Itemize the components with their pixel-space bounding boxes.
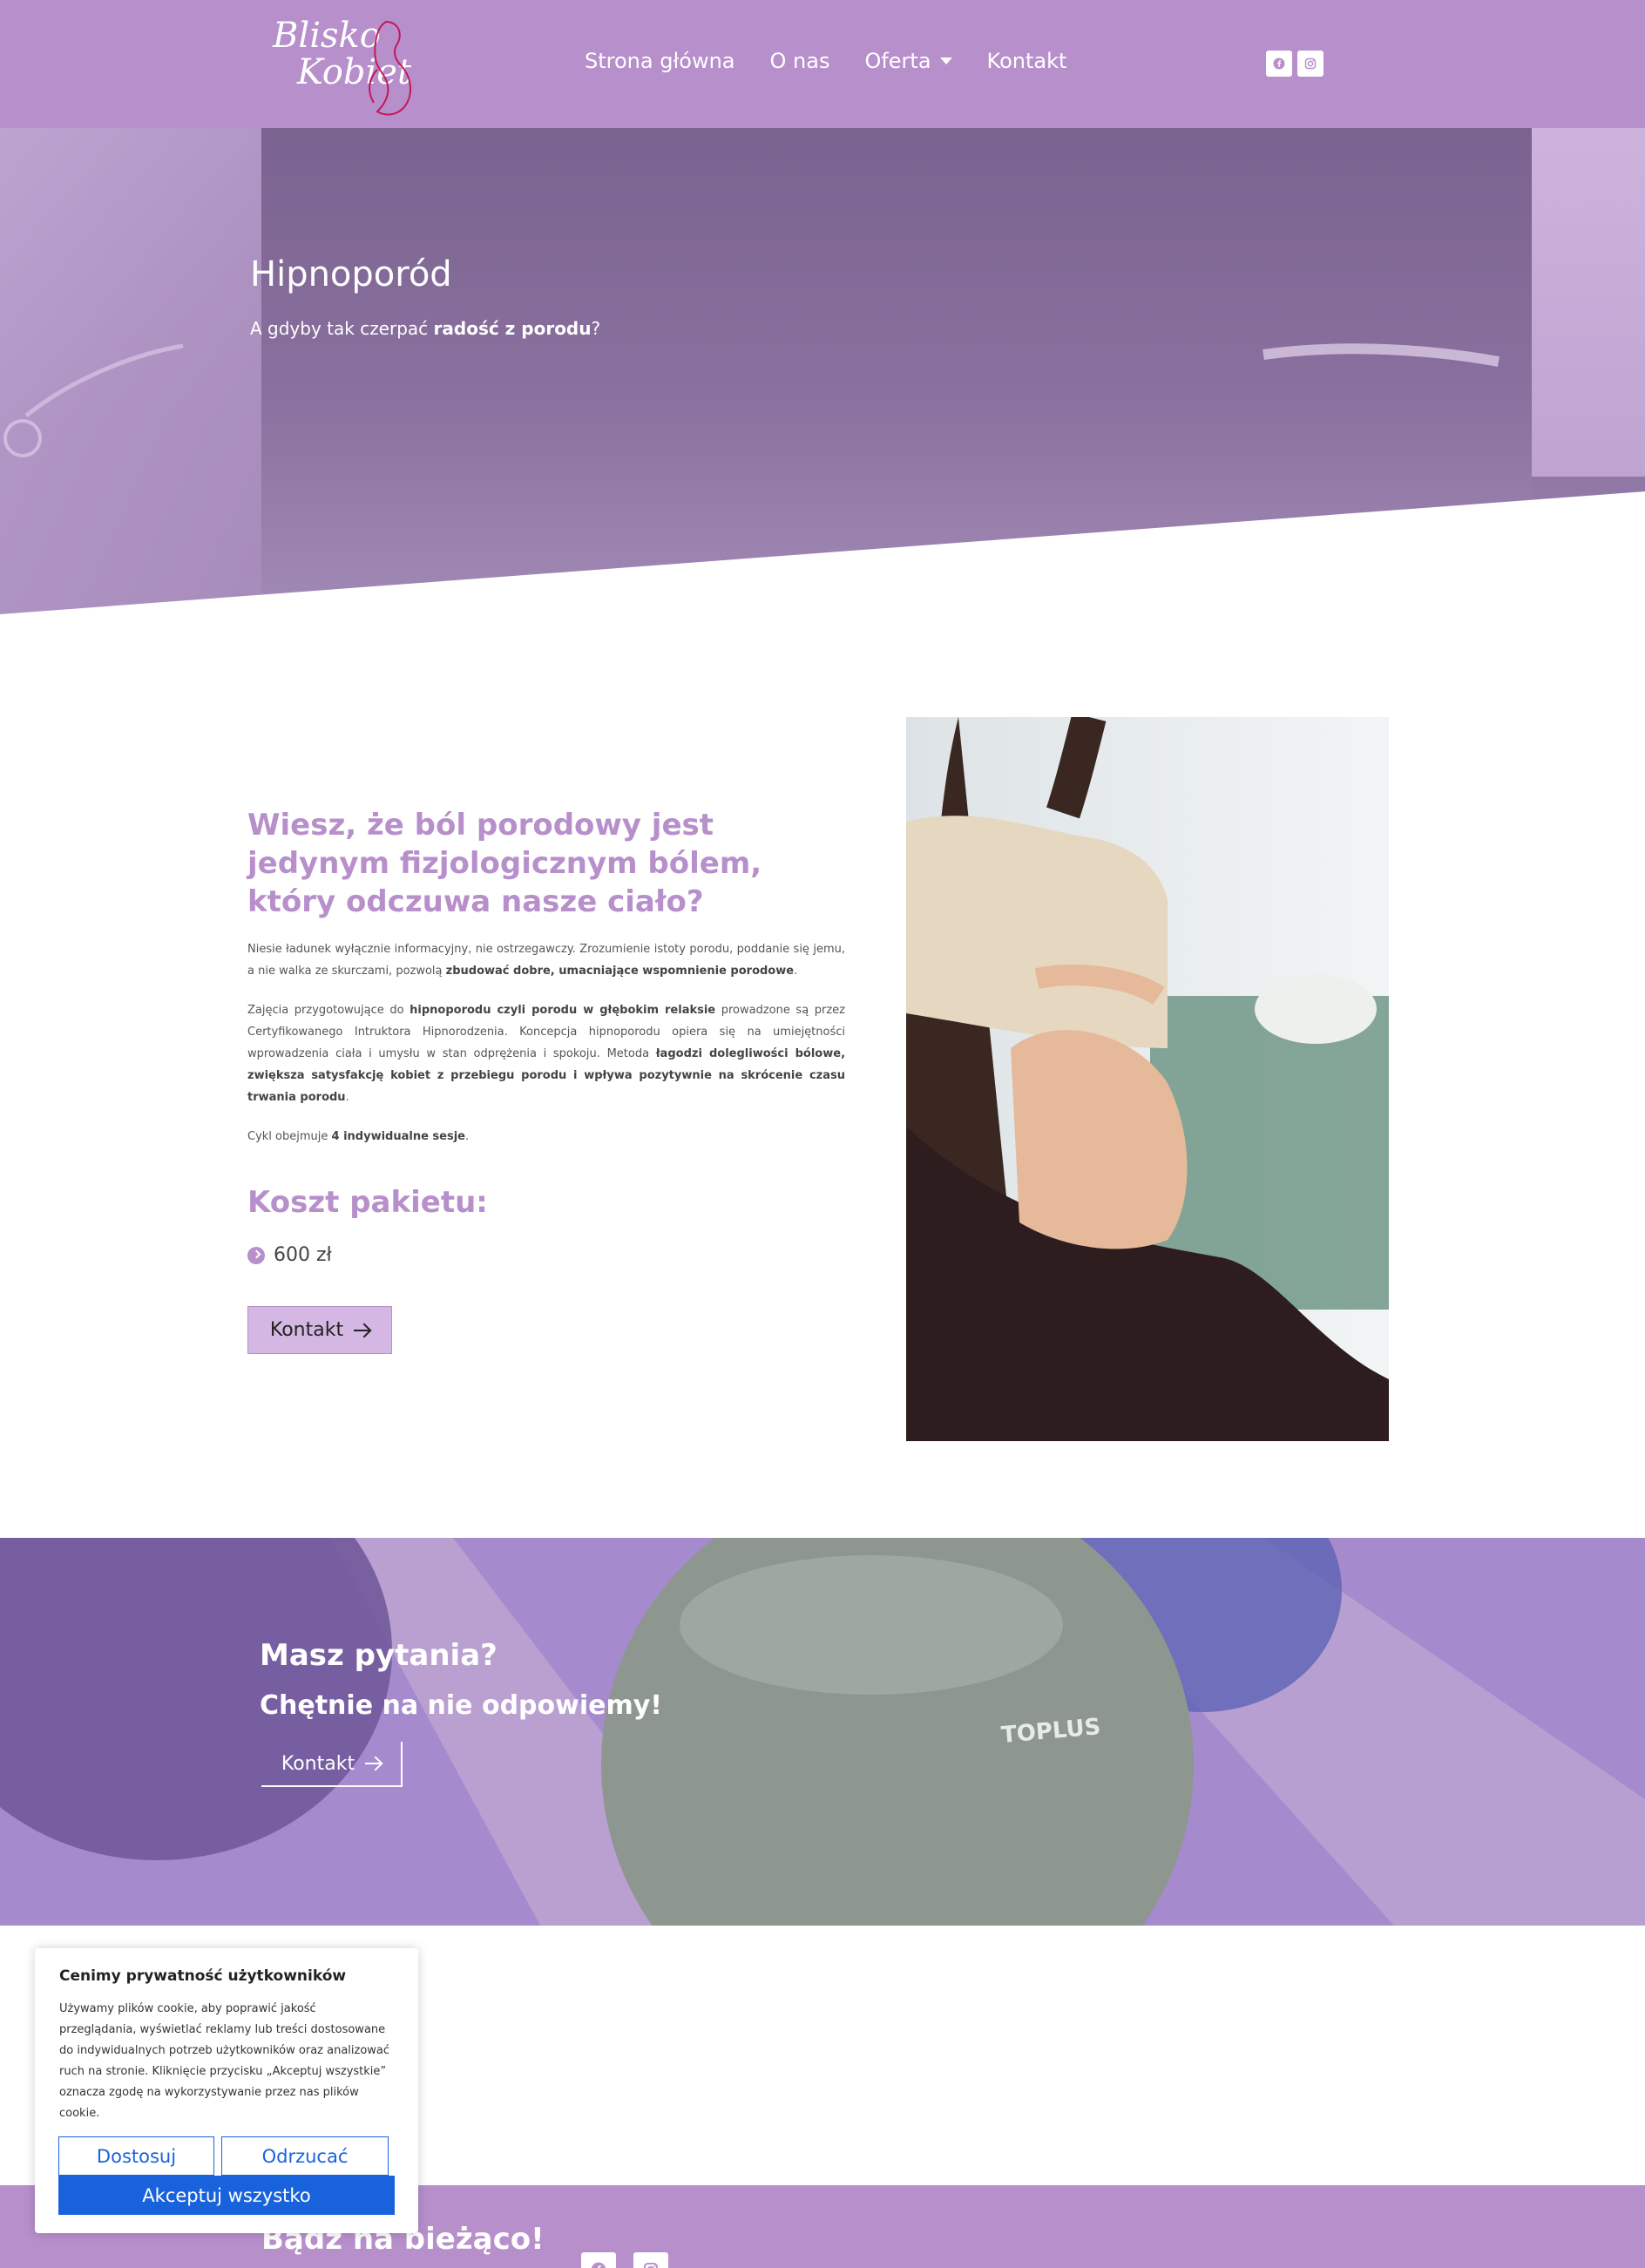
nav-item-contact[interactable]: Kontakt (987, 49, 1067, 73)
questions-section: TOPLUS (0, 1538, 1645, 1926)
arrow-right-icon (365, 1763, 382, 1764)
paragraph-1: Niesie ładunek wyłącznie informacyjny, n… (247, 943, 845, 978)
cookie-reject-button[interactable]: Odrzucać (221, 2136, 389, 2176)
site-header: Blisko Kobiet Strona główna O nas Oferta… (0, 0, 1645, 128)
hero-subtitle-highlight: radość z porodu (433, 318, 592, 339)
content-text-column: Wiesz, że ból porodowy jest jedynym fizj… (247, 806, 845, 1148)
instagram-icon[interactable] (1297, 51, 1323, 77)
hero-title: Hipnoporód (250, 254, 452, 295)
instagram-icon[interactable] (633, 2252, 668, 2268)
cookie-title: Cenimy prywatność użytkowników (59, 1967, 347, 1985)
paragraph-3: Cykl obejmuje 4 indywidualne sesje. (247, 1130, 470, 1143)
hero-diagonal-divider (0, 343, 1645, 614)
facebook-icon[interactable] (581, 2252, 616, 2268)
chevron-down-icon (939, 58, 952, 64)
price-value: 600 zł (274, 1244, 332, 1266)
price-heading: Koszt pakietu: (247, 1185, 488, 1220)
chevron-circle-right-icon (247, 1246, 265, 1264)
arrow-right-icon (354, 1329, 370, 1331)
contact-button[interactable]: Kontakt (247, 1306, 392, 1354)
cookie-accept-all-button[interactable]: Akceptuj wszystko (58, 2176, 395, 2215)
questions-contact-button[interactable]: Kontakt (261, 1742, 403, 1787)
nav-item-offer[interactable]: Oferta (864, 49, 952, 73)
cookie-consent-banner: Cenimy prywatność użytkowników Używamy p… (35, 1948, 418, 2233)
paragraph-2: Zajęcia przygotowujące do hipnoporodu cz… (247, 1004, 846, 1104)
content-heading: Wiesz, że ból porodowy jest jedynym fizj… (247, 808, 762, 919)
pregnant-woman-photo (906, 717, 1389, 1441)
nav-item-about[interactable]: O nas (770, 49, 830, 73)
questions-title: Masz pytania? (260, 1638, 498, 1673)
cookie-description: Używamy plików cookie, aby poprawić jako… (59, 2002, 390, 2120)
logo-woman-silhouette-icon (369, 20, 411, 116)
fitness-ball-background: TOPLUS (0, 1538, 1645, 1926)
questions-subtitle: Chętnie na nie odpowiemy! (260, 1690, 662, 1721)
main-nav: Strona główna O nas Oferta Kontakt (585, 49, 1066, 73)
header-social-links (1266, 51, 1323, 77)
price-list-item: 600 zł (247, 1244, 332, 1266)
page: Blisko Kobiet Strona główna O nas Oferta… (0, 0, 1645, 2268)
hero-subtitle: A gdyby tak czerpać radość z porodu? (250, 318, 601, 339)
hero-section (0, 128, 1645, 614)
facebook-icon[interactable] (1266, 51, 1292, 77)
logo[interactable]: Blisko Kobiet (273, 17, 421, 120)
nav-item-home[interactable]: Strona główna (585, 49, 735, 73)
footer-social-links (581, 2252, 668, 2268)
cookie-customize-button[interactable]: Dostosuj (58, 2136, 214, 2176)
